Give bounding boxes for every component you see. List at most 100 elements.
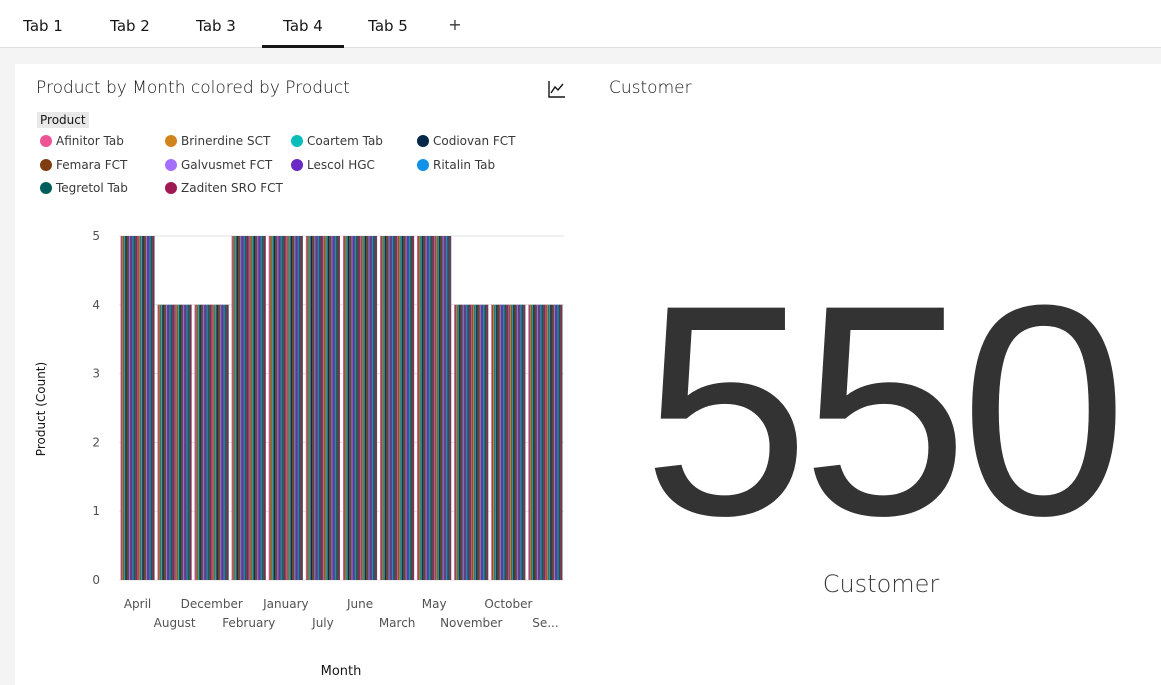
legend-item[interactable]: Femara FCT bbox=[40, 158, 127, 172]
bar-segment bbox=[176, 304, 178, 580]
legend-label: Afinitor Tab bbox=[56, 134, 124, 148]
bar-segment bbox=[252, 236, 254, 580]
bar-segment bbox=[557, 304, 559, 580]
bar-segment bbox=[392, 236, 393, 580]
bar-segment bbox=[174, 304, 176, 580]
bar-segment bbox=[531, 304, 533, 580]
bar-segment bbox=[231, 236, 233, 580]
legend-item[interactable]: Afinitor Tab bbox=[40, 134, 124, 148]
bar-segment bbox=[484, 304, 486, 580]
bar-segment bbox=[179, 304, 181, 580]
legend-item[interactable]: Lescol HGC bbox=[291, 158, 375, 172]
x-tick-label: December bbox=[181, 597, 243, 611]
y-tick-label: 4 bbox=[92, 298, 100, 312]
bar-segment bbox=[550, 304, 552, 580]
bar-segment bbox=[268, 236, 270, 580]
bar-segment bbox=[321, 236, 323, 580]
bar-segment bbox=[204, 304, 206, 580]
bar-segment bbox=[386, 236, 388, 580]
bar-segment bbox=[343, 236, 344, 580]
bar-segment bbox=[247, 236, 248, 580]
bar-segment bbox=[511, 304, 513, 580]
bar-segment bbox=[481, 304, 483, 580]
bar-segment bbox=[427, 236, 429, 580]
bar-segment bbox=[221, 304, 223, 580]
bar-segment bbox=[259, 236, 260, 580]
legend-swatch bbox=[40, 159, 52, 171]
bar-segment bbox=[469, 304, 471, 580]
bar-segment bbox=[305, 236, 307, 580]
bar-segment bbox=[292, 236, 294, 580]
bar-segment bbox=[235, 236, 237, 580]
legend-item[interactable]: Ritalin Tab bbox=[417, 158, 495, 172]
y-tick-label: 2 bbox=[92, 435, 100, 449]
bar-segment bbox=[169, 304, 171, 580]
bar-segment bbox=[183, 304, 185, 580]
bar-segment bbox=[397, 236, 399, 580]
tab-4[interactable]: Tab 4 bbox=[262, 0, 344, 48]
bar-segment bbox=[319, 236, 321, 580]
bar-segment bbox=[220, 304, 222, 580]
bar-segment bbox=[522, 304, 523, 580]
legend-item[interactable]: Galvusmet FCT bbox=[165, 158, 272, 172]
legend-item[interactable]: Coartem Tab bbox=[291, 134, 383, 148]
legend-item[interactable]: Zaditen SRO FCT bbox=[165, 181, 283, 195]
bar-segment bbox=[250, 236, 252, 580]
bar-segment bbox=[196, 304, 198, 580]
bar-segment bbox=[410, 236, 412, 580]
bar-segment bbox=[166, 304, 168, 580]
tab-2[interactable]: Tab 2 bbox=[97, 0, 163, 48]
add-tab-button[interactable]: + bbox=[445, 0, 465, 48]
bar-segment bbox=[520, 304, 522, 580]
bar-segment bbox=[248, 236, 250, 580]
bar-segment bbox=[420, 236, 422, 580]
bar-segment bbox=[516, 304, 518, 580]
bar-segment bbox=[403, 236, 405, 580]
legend-item[interactable]: Codiovan FCT bbox=[417, 134, 516, 148]
bar-segment bbox=[464, 304, 466, 580]
bar-segment bbox=[504, 304, 506, 580]
bar-segment bbox=[457, 304, 459, 580]
bar-segment bbox=[260, 236, 262, 580]
tab-3[interactable]: Tab 3 bbox=[183, 0, 249, 48]
bar-segment bbox=[385, 236, 387, 580]
bar-segment bbox=[289, 236, 291, 580]
legend-item[interactable]: Brinerdine SCT bbox=[165, 134, 270, 148]
legend-item[interactable]: Tegretol Tab bbox=[40, 181, 128, 195]
bar-segment bbox=[324, 236, 326, 580]
bar-segment bbox=[316, 236, 318, 580]
bar-segment bbox=[548, 304, 550, 580]
bar-segment bbox=[508, 304, 510, 580]
bar-segment bbox=[395, 236, 397, 580]
bar-segment bbox=[147, 236, 149, 580]
bar-segment bbox=[393, 236, 395, 580]
bar-segment bbox=[294, 236, 296, 580]
bar-segment bbox=[486, 304, 488, 580]
line-chart-icon[interactable] bbox=[546, 78, 568, 100]
bar-segment bbox=[560, 304, 562, 580]
bar-segment bbox=[160, 304, 162, 580]
bar-segment bbox=[189, 304, 191, 580]
bar-segment bbox=[152, 236, 154, 580]
kpi-value: 550 bbox=[642, 242, 1128, 578]
bar-segment bbox=[162, 304, 164, 580]
bar-segment bbox=[123, 236, 125, 580]
tab-5[interactable]: Tab 5 bbox=[355, 0, 421, 48]
bar-segment bbox=[157, 304, 159, 580]
bar-segment bbox=[533, 304, 535, 580]
tab-1[interactable]: Tab 1 bbox=[10, 0, 76, 48]
bar-segment bbox=[528, 304, 530, 580]
bar-segment bbox=[358, 236, 360, 580]
bar-segment bbox=[241, 236, 243, 580]
bar-segment bbox=[296, 236, 298, 580]
bar-segment bbox=[360, 236, 361, 580]
legend-swatch bbox=[417, 159, 429, 171]
bar-segment bbox=[390, 236, 392, 580]
legend-label: Zaditen SRO FCT bbox=[181, 181, 283, 195]
bar-segment bbox=[423, 236, 425, 580]
x-axis-label: Month bbox=[321, 664, 362, 679]
bar-segment bbox=[547, 304, 549, 580]
legend-label: Tegretol Tab bbox=[56, 181, 128, 195]
bar-segment bbox=[277, 236, 279, 580]
bar-segment bbox=[309, 236, 311, 580]
